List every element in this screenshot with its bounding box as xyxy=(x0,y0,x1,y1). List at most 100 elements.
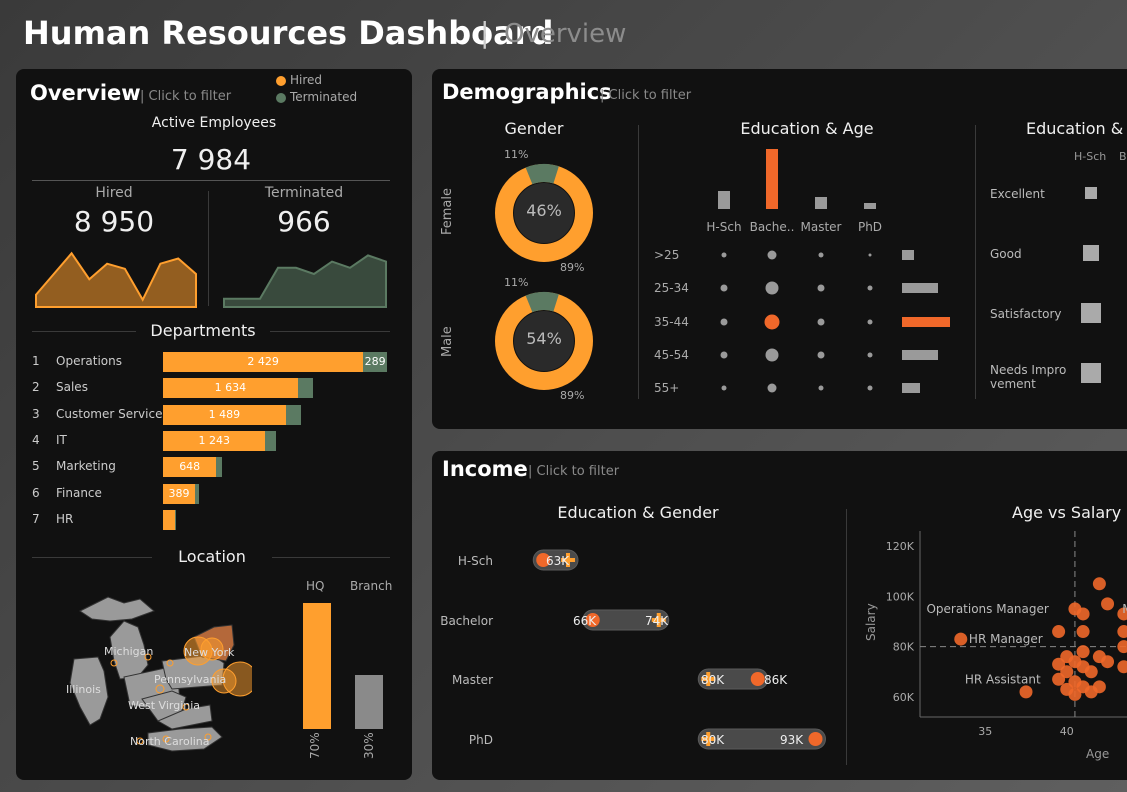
annotation-ma: Ma xyxy=(1122,602,1127,616)
branch-bar[interactable] xyxy=(355,675,383,729)
edu-age-chart[interactable]: H-Sch Bache.. Master PhD >25 25-34 35-44 45-54 5… xyxy=(644,139,974,399)
edu-gender-value: 74K xyxy=(645,614,669,628)
performance-square[interactable] xyxy=(1083,245,1099,261)
salary-point xyxy=(954,632,968,646)
department-terminated-bar[interactable] xyxy=(285,404,301,425)
education-tick-label: PhD xyxy=(858,220,882,234)
edu-gender-value: 66K xyxy=(573,614,597,628)
department-row[interactable]: 3 Customer Service 1 489 xyxy=(16,404,412,426)
salary-point xyxy=(1084,665,1098,679)
age-bar xyxy=(902,383,920,393)
department-name: IT xyxy=(56,432,67,447)
salary-point xyxy=(1092,680,1106,694)
edu-gender-value: 86K xyxy=(764,673,788,687)
department-hired-bar[interactable]: 1 243 xyxy=(163,430,266,451)
female-bottom-pct: 89% xyxy=(560,261,585,274)
hired-trend-chart[interactable] xyxy=(32,239,200,309)
y-tick-label: 60K xyxy=(893,691,915,704)
department-row[interactable]: 6 Finance 389 xyxy=(16,483,412,505)
performance-square[interactable] xyxy=(1081,363,1101,383)
dashboard-title: Human Resources Dashboard xyxy=(23,14,554,52)
income-hint[interactable]: | Click to filter xyxy=(528,464,619,479)
terminated-value: 966 xyxy=(277,205,331,238)
edu-age-dot xyxy=(867,285,873,291)
age-bar xyxy=(902,350,938,360)
department-hired-bar[interactable]: 389 xyxy=(163,483,196,504)
department-name: Operations xyxy=(56,354,122,368)
state-label-newyork: New York xyxy=(184,646,235,659)
department-terminated-bar[interactable] xyxy=(216,457,223,478)
edu-gender-category: PhD xyxy=(469,733,493,747)
department-hired-bar[interactable]: 2 429 xyxy=(163,352,364,372)
education-bar xyxy=(766,149,778,209)
male-center-pct: 54% xyxy=(526,329,562,348)
department-terminated-bar[interactable]: 289 xyxy=(363,352,387,372)
department-terminated-bar[interactable] xyxy=(175,509,177,530)
dashboard-subtitle[interactable]: Overview xyxy=(504,19,626,49)
age-bar xyxy=(902,283,938,293)
department-hired-bar[interactable] xyxy=(163,509,176,530)
department-rank: 4 xyxy=(32,432,40,447)
edu-age-dot xyxy=(721,385,727,391)
department-terminated-bar[interactable] xyxy=(265,430,277,451)
department-rank: 2 xyxy=(32,380,40,395)
edu-perf-chart[interactable]: Excellent Good Satisfactory Needs Impro vem… xyxy=(990,179,1127,399)
location-bars xyxy=(296,601,396,729)
title-separator: | xyxy=(480,16,490,49)
edu-age-dot xyxy=(817,351,825,359)
performance-square[interactable] xyxy=(1085,187,1097,199)
legend-terminated-dot xyxy=(276,93,286,103)
edu-gender-category: Bachelor xyxy=(440,614,493,628)
salary-point xyxy=(1076,607,1090,621)
department-hired-bar[interactable]: 1 634 xyxy=(163,378,298,399)
hired-value: 8 950 xyxy=(73,205,155,238)
department-hired-bar[interactable]: 648 xyxy=(163,457,217,478)
annotation-operations-manager: Operations Manager xyxy=(926,602,1048,616)
edu-gender-value: 63K xyxy=(546,554,570,568)
state-label-illinois: Illinois xyxy=(66,683,101,696)
performance-square[interactable] xyxy=(1081,303,1101,323)
edu-gender-chart[interactable]: H-Sch Bachelor Master PhD 63K 66K 74K 80K 86K 80K… xyxy=(432,531,842,771)
department-row[interactable]: 1 Operations 2 429 289 xyxy=(16,351,412,373)
overview-panel: Overview | Click to filter Hired Termina… xyxy=(16,69,412,780)
age-salary-chart[interactable]: 60K 80K 100K 120K 35 40 Operations Manager HR M… xyxy=(872,531,1127,761)
demographics-panel: Demographics | Click to filter Gender Fe… xyxy=(432,69,1127,429)
branch-pct: 30% xyxy=(362,732,376,759)
performance-label: Needs Impro vement xyxy=(990,363,1067,391)
edu-age-dot xyxy=(867,319,873,325)
overview-hint[interactable]: | Click to filter xyxy=(140,89,231,104)
age-tick-label: 45-54 xyxy=(654,348,689,362)
department-row[interactable]: 5 Marketing 648 xyxy=(16,456,412,478)
female-top-pct: 11% xyxy=(504,148,529,161)
salary-point xyxy=(1117,660,1127,674)
salary-point xyxy=(1101,597,1115,611)
state-label-pennsylvania: Pennsylvania xyxy=(154,673,227,686)
hq-bar[interactable] xyxy=(303,603,331,729)
department-row[interactable]: 2 Sales 1 634 xyxy=(16,377,412,399)
active-employees-label: Active Employees xyxy=(151,115,277,131)
salary-point xyxy=(1076,645,1090,659)
legend-hired-label[interactable]: Hired xyxy=(290,73,322,87)
legend-terminated-label[interactable]: Terminated xyxy=(290,90,357,104)
department-terminated-bar[interactable] xyxy=(297,378,314,399)
terminated-trend-chart[interactable] xyxy=(220,239,390,309)
department-row[interactable]: 7 HR xyxy=(16,509,412,531)
department-name: Finance xyxy=(56,485,102,500)
department-row[interactable]: 4 IT 1 243 xyxy=(16,430,412,452)
edu-age-dot xyxy=(767,383,777,393)
salary-point xyxy=(1101,655,1115,669)
edu-gender-value: 80K xyxy=(701,673,725,687)
salary-point xyxy=(1076,625,1090,639)
hq-pct: 70% xyxy=(308,732,322,759)
education-tick-label: Master xyxy=(801,220,842,234)
active-employees-value: 7 984 xyxy=(170,143,252,176)
age-tick-label: >25 xyxy=(654,248,679,262)
demographics-hint[interactable]: | Click to filter xyxy=(600,88,691,103)
edu-age-dot xyxy=(818,385,824,391)
male-axis-label: Male xyxy=(440,326,455,357)
edu-age-dot xyxy=(767,250,777,260)
department-terminated-bar[interactable] xyxy=(195,483,199,504)
edu-age-dot xyxy=(818,252,824,258)
department-hired-bar[interactable]: 1 489 xyxy=(163,404,286,425)
x-tick-label: 40 xyxy=(1060,725,1074,738)
